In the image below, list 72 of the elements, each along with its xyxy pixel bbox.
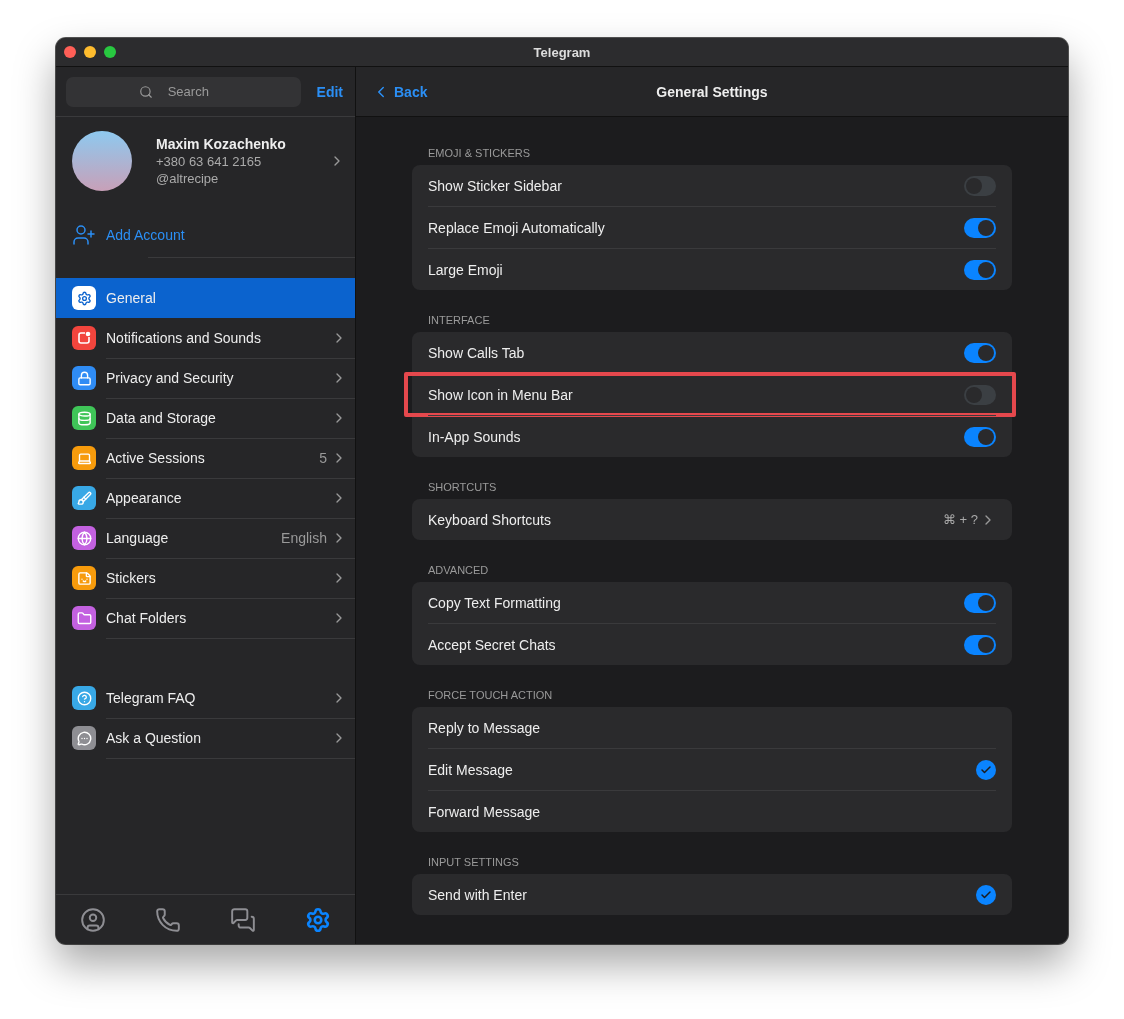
sidebar-item[interactable]: Language English <box>56 518 355 558</box>
section-title: FORCE TOUCH ACTION <box>427 689 554 701</box>
item-value: 5 <box>319 449 327 466</box>
section-title: SHORTCUTS <box>427 481 498 493</box>
item-label: Language <box>106 529 170 546</box>
section-title: INPUT SETTINGS <box>427 856 520 868</box>
toggle-switch[interactable] <box>964 259 996 280</box>
toggle-switch[interactable] <box>964 342 996 363</box>
setting-label: Replace Emoji Automatically <box>428 219 606 236</box>
setting-label: Edit Message <box>428 761 514 778</box>
sidebar-item[interactable]: Active Sessions 5 <box>56 438 355 478</box>
item-label: Notifications and Sounds <box>106 329 262 346</box>
setting-label: In-App Sounds <box>428 428 522 445</box>
add-user-icon <box>72 223 96 247</box>
item-label: Stickers <box>106 569 157 586</box>
item-label: Active Sessions <box>106 449 206 466</box>
sidebar-item[interactable]: General <box>56 278 355 318</box>
setting-label: Show Calls Tab <box>428 344 526 361</box>
shortcut-value: ⌘ + ? <box>942 512 978 527</box>
close-button[interactable] <box>64 46 76 58</box>
section-title: EMOJI & STICKERS <box>427 147 532 159</box>
section-title: INTERFACE <box>427 314 491 326</box>
edit-button[interactable]: Edit <box>316 83 343 100</box>
add-account-link[interactable]: Add Account <box>106 227 185 243</box>
profile-username: @altrecipe <box>156 171 220 186</box>
item-label: Chat Folders <box>106 609 188 626</box>
item-label: Appearance <box>106 489 183 506</box>
item-label: Privacy and Security <box>106 369 235 386</box>
toggle-switch[interactable] <box>964 426 996 447</box>
sidebar-item[interactable]: Telegram FAQ <box>56 678 355 718</box>
sidebar-item[interactable]: Notifications and Sounds <box>56 318 355 358</box>
toggle-switch[interactable] <box>964 592 996 613</box>
window-title: Telegram <box>533 44 591 60</box>
avatar-photo-placeholder <box>72 131 132 191</box>
chats-icon[interactable] <box>229 906 256 933</box>
search-icon <box>139 84 154 99</box>
sidebar-item[interactable]: Data and Storage <box>56 398 355 438</box>
zoom-button[interactable] <box>104 46 116 58</box>
item-label: Ask a Question <box>106 729 202 746</box>
setting-label: Show Icon in Menu Bar <box>428 386 574 403</box>
setting-label: Copy Text Formatting <box>428 594 562 611</box>
setting-label: Keyboard Shortcuts <box>428 511 552 528</box>
profile-row[interactable]: Maxim Kozachenko +380 63 641 2165 @altrecipe <box>56 117 355 207</box>
setting-label: Show Sticker Sidebar <box>428 177 563 194</box>
setting-label: Send with Enter <box>428 886 528 903</box>
setting-label: Reply to Message <box>428 719 542 736</box>
section-title: ADVANCED <box>427 564 490 576</box>
setting-label: Large Emoji <box>428 261 504 278</box>
sidebar-item[interactable]: Ask a Question <box>56 718 355 758</box>
sidebar-item[interactable]: Appearance <box>56 478 355 518</box>
phone-icon[interactable] <box>155 906 182 933</box>
setting-label: Accept Secret Chats <box>428 636 557 653</box>
back-button[interactable]: Back <box>372 82 428 101</box>
profile-icon[interactable] <box>80 906 107 933</box>
sidebar-item[interactable]: Stickers <box>56 558 355 598</box>
toggle-switch[interactable] <box>964 175 996 196</box>
search-field[interactable]: Search <box>66 76 301 107</box>
setting-label: Forward Message <box>428 803 542 820</box>
item-label: Telegram FAQ <box>106 689 197 706</box>
profile-phone: +380 63 641 2165 <box>156 154 263 169</box>
sidebar-item[interactable]: Privacy and Security <box>56 358 355 398</box>
item-value: English <box>281 529 327 546</box>
toggle-switch[interactable] <box>964 634 996 655</box>
minimize-button[interactable] <box>84 46 96 58</box>
settings-icon[interactable] <box>304 906 331 933</box>
page-title: General Settings <box>656 83 768 100</box>
item-label: General <box>106 290 157 306</box>
sidebar-item[interactable]: Chat Folders <box>56 598 355 638</box>
profile-name: Maxim Kozachenko <box>156 136 287 152</box>
toggle-switch[interactable] <box>964 384 996 405</box>
toggle-switch[interactable] <box>964 217 996 238</box>
item-label: Data and Storage <box>106 409 217 426</box>
